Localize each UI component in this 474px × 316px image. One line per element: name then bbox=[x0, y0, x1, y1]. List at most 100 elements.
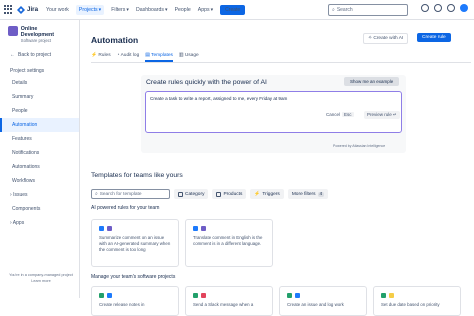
ai-prompt-input[interactable]: Create a task to write a report, assigne… bbox=[145, 91, 402, 133]
project-settings-heading: Project settings bbox=[10, 68, 45, 74]
triggers-filter[interactable]: ⚡ Triggers bbox=[250, 189, 284, 199]
jira-trigger-icon bbox=[193, 226, 198, 231]
main-content: Automation ✧ Create with AI Create rule … bbox=[80, 20, 474, 316]
automation-tabs: ⚡ Rules ◔ Audit log ▤ Templates ▥ Usage bbox=[91, 53, 199, 62]
search-placeholder: Search bbox=[336, 7, 353, 13]
template-card[interactable]: Send a Slack message when a bbox=[185, 286, 273, 316]
more-filters-count: 4 bbox=[317, 191, 325, 197]
products-icon bbox=[216, 191, 222, 197]
jira-icon bbox=[17, 5, 25, 14]
app-switcher-icon[interactable] bbox=[4, 5, 13, 14]
products-filter[interactable]: Products bbox=[212, 189, 247, 199]
sidebar-item-apps-label: Apps bbox=[12, 220, 25, 226]
learn-more-link[interactable]: Learn more bbox=[8, 278, 74, 284]
template-description: Set due date based on priority bbox=[381, 302, 440, 307]
page-title: Automation bbox=[91, 35, 139, 45]
show-me-example-button[interactable]: Show me an example bbox=[344, 77, 400, 86]
trigger-icon bbox=[287, 293, 292, 298]
settings-icon[interactable] bbox=[447, 4, 455, 12]
template-card[interactable]: Create an issue and log work bbox=[279, 286, 367, 316]
ai-panel-heading: Create rules quickly with the power of A… bbox=[146, 79, 267, 86]
search-input[interactable]: ⌕ Search bbox=[328, 4, 408, 16]
template-card[interactable]: Set due date based on priority bbox=[373, 286, 461, 316]
nav-apps[interactable]: Apps ▾ bbox=[198, 7, 213, 13]
template-description: Translate comment in English is the comm… bbox=[193, 235, 263, 246]
notifications-icon[interactable] bbox=[421, 4, 429, 12]
nav-your-work[interactable]: Your work bbox=[46, 7, 69, 13]
back-label: Back to project bbox=[18, 52, 52, 58]
create-button[interactable]: Create bbox=[220, 4, 246, 15]
sidebar-item-apps[interactable]: › Apps bbox=[0, 216, 79, 230]
project-header[interactable]: Online Development Software project bbox=[0, 20, 79, 48]
trigger-icon bbox=[381, 293, 386, 298]
nav-dashboards[interactable]: Dashboards ▾ bbox=[136, 7, 168, 13]
project-sidebar: Online Development Software project ← Ba… bbox=[0, 20, 80, 298]
more-filters-button[interactable]: More filters 4 bbox=[287, 189, 329, 199]
tab-templates[interactable]: ▤ Templates bbox=[145, 53, 173, 62]
usage-icon: ▥ bbox=[178, 53, 184, 58]
sidebar-item-features[interactable]: Features bbox=[0, 132, 79, 146]
sidebar-item-workflows[interactable]: Workflows bbox=[0, 174, 79, 188]
create-rule-button[interactable]: Create rule bbox=[417, 33, 451, 42]
search-icon: ⌕ bbox=[332, 7, 335, 13]
jira-trigger-icon bbox=[99, 226, 104, 231]
sidebar-item-issues-label: Issues bbox=[13, 192, 28, 198]
sidebar-item-automations[interactable]: Automations bbox=[0, 160, 79, 174]
sidebar-item-details[interactable]: Details bbox=[0, 76, 79, 90]
sidebar-item-automation[interactable]: Automation bbox=[0, 118, 79, 132]
products-filter-label: Products bbox=[223, 191, 243, 197]
preview-rule-button[interactable]: Preview rule ↵ bbox=[364, 111, 400, 119]
template-description: Summarize comment on an issue with an AI… bbox=[99, 235, 171, 252]
tab-audit-log-label: Audit log bbox=[120, 53, 140, 58]
cancel-button[interactable]: Cancel Esc bbox=[326, 112, 354, 117]
tab-audit-log[interactable]: ◔ Audit log bbox=[117, 53, 140, 62]
trigger-icon bbox=[193, 293, 198, 298]
sidebar-item-summary[interactable]: Summary bbox=[0, 90, 79, 104]
tab-usage[interactable]: ▥ Usage bbox=[179, 53, 199, 62]
preview-rule-label: Preview rule bbox=[367, 112, 392, 117]
sidebar-item-notifications[interactable]: Notifications bbox=[0, 146, 79, 160]
sidebar-item-components[interactable]: Components bbox=[0, 202, 79, 216]
ai-rules-section-title: AI powered rules for your team bbox=[91, 205, 160, 211]
ai-rule-panel: Create rules quickly with the power of A… bbox=[141, 75, 406, 153]
tabs-divider bbox=[91, 62, 471, 63]
more-filters-label: More filters bbox=[291, 191, 316, 197]
nav-dashboards-label: Dashboards bbox=[135, 6, 164, 13]
template-description: Send a Slack message when a bbox=[193, 302, 254, 307]
sidebar-item-people[interactable]: People bbox=[0, 104, 79, 118]
templates-icon: ▤ bbox=[145, 53, 150, 58]
help-icon[interactable] bbox=[434, 4, 442, 12]
project-type: Software project bbox=[20, 38, 52, 43]
rules-icon: ⚡ bbox=[91, 53, 97, 58]
nav-filters[interactable]: Filters ▾ bbox=[111, 7, 129, 13]
cancel-label: Cancel bbox=[326, 112, 341, 117]
tab-rules[interactable]: ⚡ Rules bbox=[91, 53, 111, 62]
avatar[interactable] bbox=[460, 4, 468, 12]
template-card[interactable]: Create release notes in bbox=[91, 286, 179, 316]
ai-action-icon bbox=[107, 226, 112, 231]
template-search-input[interactable]: ⌕ Search for template bbox=[91, 189, 170, 199]
jira-logo[interactable]: Jira bbox=[17, 5, 38, 14]
nav-projects[interactable]: Projects ▾ bbox=[75, 4, 105, 15]
triggers-filter-label: Triggers bbox=[262, 191, 280, 197]
nav-people[interactable]: People bbox=[175, 7, 191, 13]
create-with-ai-button[interactable]: ✧ Create with AI bbox=[363, 33, 409, 44]
esc-key-hint: Esc bbox=[342, 112, 354, 117]
manage-projects-section-title: Manage your team's software projects bbox=[91, 274, 176, 280]
chevron-right-icon: › bbox=[10, 220, 12, 226]
action-icon bbox=[389, 293, 394, 298]
template-card[interactable]: Translate comment in English is the comm… bbox=[185, 219, 273, 267]
tab-usage-label: Usage bbox=[184, 53, 199, 58]
back-to-project-link[interactable]: ← Back to project bbox=[0, 48, 79, 62]
powered-by-label: Powered by Atlassian Intelligence bbox=[333, 144, 386, 148]
template-search-placeholder: Search for template bbox=[99, 191, 142, 197]
templates-heading: Templates for teams like yours bbox=[91, 172, 183, 179]
sidebar-item-issues[interactable]: › Issues bbox=[0, 188, 79, 202]
slack-icon bbox=[201, 293, 206, 298]
template-card[interactable]: Summarize comment on an issue with an AI… bbox=[91, 219, 179, 267]
ai-prompt-text: Create a task to write a report, assigne… bbox=[150, 96, 288, 101]
trigger-icon bbox=[99, 293, 104, 298]
category-filter[interactable]: Category bbox=[174, 189, 209, 199]
template-description: Create release notes in bbox=[99, 302, 145, 307]
enter-icon: ↵ bbox=[393, 112, 397, 117]
